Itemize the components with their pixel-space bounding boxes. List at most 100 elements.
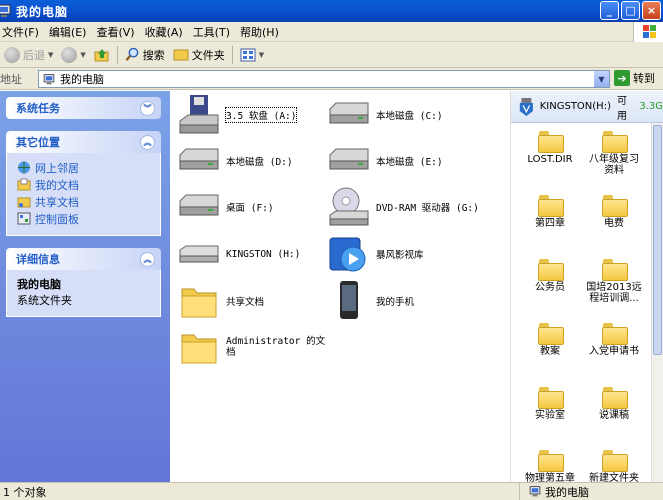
chevron-down-icon: ▼: [258, 50, 265, 59]
usb-folder[interactable]: 电费: [579, 195, 649, 229]
usb-free-label: 可用: [616, 95, 627, 122]
link-shared-documents[interactable]: 共享文档: [17, 193, 152, 210]
drive-item-f[interactable]: 桌面 (F:): [176, 185, 274, 229]
drive-item-h[interactable]: KINGSTON (H:): [176, 232, 300, 276]
dvd-drive-icon: [329, 187, 369, 226]
usb-name: KINGSTON(H:): [539, 101, 611, 112]
address-dropdown-button[interactable]: ▼: [594, 71, 609, 87]
usb-folder[interactable]: 教案: [515, 323, 585, 357]
menu-file[interactable]: 文件(F): [0, 24, 47, 40]
task-pane: 系统任务 ︾ 其它位置 ︽ 网上邻居 我的文档 共享文档 控制面板 详细信息 ︽…: [0, 91, 170, 482]
folder-icon: [538, 387, 564, 409]
status-object-count: 1 个对象: [0, 483, 520, 500]
drive-item-g[interactable]: DVD-RAM 驱动器 (G:): [326, 185, 479, 229]
drive-item-a[interactable]: 3.5 软盘 (A:): [176, 93, 298, 137]
link-control-panel[interactable]: 控制面板: [17, 210, 152, 227]
details-header[interactable]: 详细信息 ︽: [6, 248, 161, 270]
windows-logo-icon: [633, 22, 663, 42]
folder-icon: [538, 450, 564, 472]
my-computer-icon: [0, 4, 11, 17]
my-phone-item[interactable]: 我的手机: [326, 279, 414, 323]
menu-tools[interactable]: 工具(T): [191, 24, 238, 40]
phone-icon: [340, 281, 358, 319]
details-description: 系统文件夹: [17, 294, 72, 307]
shared-documents-item[interactable]: 共享文档: [176, 279, 264, 323]
folder-icon: [602, 195, 628, 217]
shared-folder-icon: [17, 197, 31, 208]
menu-favorites[interactable]: 收藏(A): [143, 24, 191, 40]
other-places-header[interactable]: 其它位置 ︽: [6, 131, 161, 153]
usb-folder[interactable]: 公务员: [515, 259, 585, 293]
drive-item-e[interactable]: 本地磁盘 (E:): [326, 139, 443, 183]
usb-folder[interactable]: 实验室: [515, 387, 585, 421]
usb-folder[interactable]: 入党申请书: [579, 323, 649, 357]
media-library-item[interactable]: 暴风影视库: [326, 232, 424, 276]
link-network-places[interactable]: 网上邻居: [17, 159, 152, 176]
system-tasks-header[interactable]: 系统任务 ︾: [6, 97, 161, 119]
hard-disk-icon: [179, 148, 219, 170]
expand-icon[interactable]: ︾: [140, 100, 155, 116]
folder-icon: [538, 323, 564, 345]
search-icon: [125, 47, 139, 61]
drive-item-d[interactable]: 本地磁盘 (D:): [176, 139, 293, 183]
collapse-icon[interactable]: ︽: [140, 134, 155, 150]
usb-folder[interactable]: 说课稿: [579, 387, 649, 421]
folder-icon: [181, 334, 217, 364]
go-button[interactable]: ➔ 转到: [614, 70, 655, 86]
usb-free-value: 3.3G: [639, 101, 663, 112]
details-name: 我的电脑: [17, 278, 61, 291]
view-grid-icon: [240, 48, 256, 61]
my-computer-icon: [43, 73, 55, 84]
address-value: 我的电脑: [60, 73, 104, 86]
media-library-icon: [329, 237, 366, 272]
usb-folder[interactable]: 八年级复习 资料: [579, 131, 649, 176]
drive-list: 3.5 软盘 (A:) 本地磁盘 (C:) 本地磁盘 (D:) 本地磁盘 (E:…: [170, 91, 510, 482]
forward-button[interactable]: ▼: [57, 44, 89, 66]
close-button[interactable]: ×: [642, 1, 661, 20]
address-input[interactable]: 我的电脑 ▼: [38, 70, 610, 88]
hard-disk-icon: [329, 102, 369, 124]
title-bar: 我的电脑 _ □ ×: [0, 0, 663, 22]
chevron-down-icon: ▼: [48, 50, 54, 59]
menu-view[interactable]: 查看(V): [94, 24, 142, 40]
search-button[interactable]: 搜索: [121, 44, 169, 66]
usb-folder[interactable]: LOST.DIR: [515, 131, 585, 165]
other-places-panel: 其它位置 ︽ 网上邻居 我的文档 共享文档 控制面板: [6, 131, 161, 236]
views-button[interactable]: ▼: [236, 44, 268, 66]
details-panel: 详细信息 ︽ 我的电脑 系统文件夹: [6, 248, 161, 317]
folder-icon: [602, 387, 628, 409]
menu-edit[interactable]: 编辑(E): [47, 24, 95, 40]
usb-folder[interactable]: 新建文件夹: [579, 450, 649, 484]
menu-help[interactable]: 帮助(H): [238, 24, 287, 40]
folder-icon: [538, 131, 564, 153]
usb-folder[interactable]: 国培2013远 程培训调...: [579, 259, 649, 304]
drive-item-c[interactable]: 本地磁盘 (C:): [326, 93, 443, 137]
status-location: 我的电脑: [520, 484, 589, 500]
status-bar: 1 个对象 我的电脑: [0, 482, 663, 500]
hard-disk-icon: [329, 148, 369, 170]
scrollbar-thumb[interactable]: [653, 125, 662, 355]
usb-scrollbar[interactable]: [651, 123, 663, 482]
collapse-icon[interactable]: ︽: [140, 251, 155, 267]
toolbar-separator: [116, 45, 118, 64]
up-folder-button[interactable]: [90, 44, 114, 66]
window-title: 我的电脑: [16, 4, 69, 19]
maximize-button[interactable]: □: [621, 1, 640, 20]
menu-bar: 文件(F) 编辑(E) 查看(V) 收藏(A) 工具(T) 帮助(H): [0, 22, 663, 42]
address-bar: 地址 我的电脑 ▼ ➔ 转到: [0, 68, 663, 90]
link-my-documents[interactable]: 我的文档: [17, 176, 152, 193]
folder-icon: [538, 259, 564, 281]
usb-folder[interactable]: 物理第五章: [515, 450, 585, 484]
folder-icon: [602, 450, 628, 472]
folder-icon: [173, 49, 189, 61]
address-label: 地址: [0, 72, 22, 86]
documents-folder-icon: [17, 178, 31, 191]
usb-folder[interactable]: 第四章: [515, 195, 585, 229]
back-button[interactable]: 后退 ▼: [0, 44, 57, 66]
system-tasks-panel: 系统任务 ︾: [6, 97, 161, 119]
toolbar-separator: [231, 45, 233, 64]
back-arrow-icon: [4, 46, 20, 63]
administrator-documents-item[interactable]: Administrator 的文 档: [176, 325, 325, 369]
minimize-button[interactable]: _: [600, 1, 619, 20]
folders-button[interactable]: 文件夹: [169, 44, 229, 66]
